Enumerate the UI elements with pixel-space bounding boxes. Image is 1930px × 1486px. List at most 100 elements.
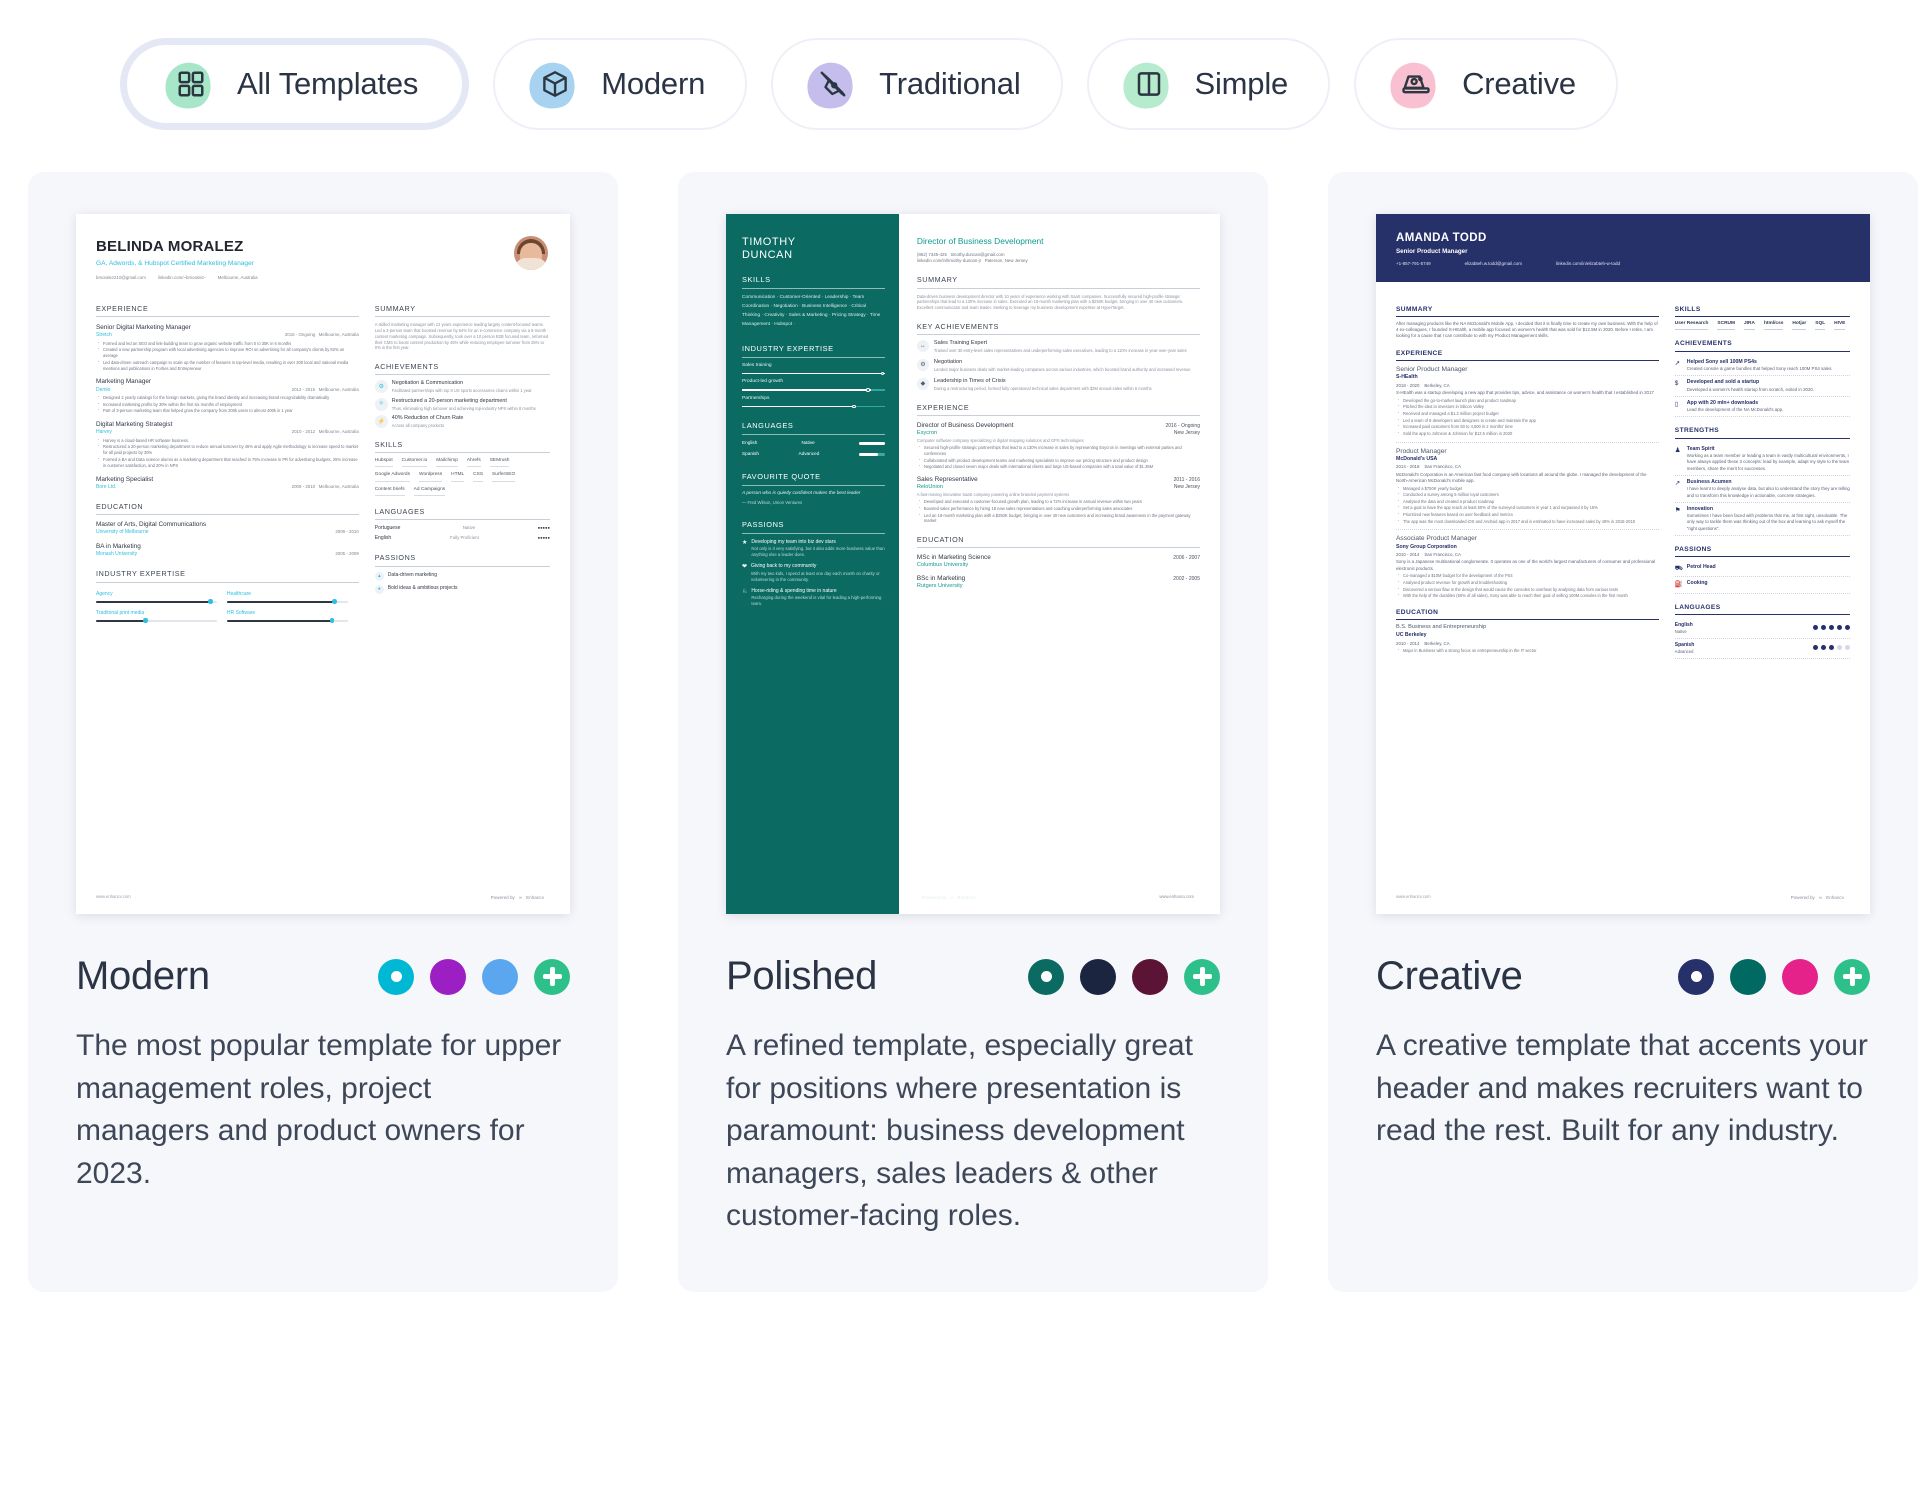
bolt-icon: ⚡ <box>374 415 388 429</box>
section-title-summary: SUMMARY <box>374 304 550 318</box>
job-company: Demio <box>96 386 111 393</box>
resume-name: AMANDA TODD <box>1396 232 1487 244</box>
achievement-desc: Landed major business deals with market-… <box>933 366 1191 372</box>
resume-preview-modern[interactable]: BELINDA MORALEZ GA, Adwords, & Hubspot C… <box>76 214 570 914</box>
strength-desc: I have learnt to deeply analyse data, bu… <box>1686 486 1850 498</box>
add-color-button[interactable] <box>1834 958 1870 995</box>
education-degree: Master of Arts, Digital Communications <box>96 520 207 528</box>
achievement-item: ⚡ 40% Reduction of Churn Rate Across all… <box>374 415 550 429</box>
job-dates: 2010 - 2014 <box>1396 552 1420 558</box>
skill-chip: SCRUM <box>1717 321 1735 331</box>
section-title-summary: SUMMARY <box>916 275 1200 289</box>
card-title: Polished <box>726 954 878 998</box>
contact-phone: +1-857-791-5749 <box>1396 261 1431 267</box>
job-bullet: Increased marketing profits by 30% withi… <box>98 401 359 408</box>
job-bullet: Formed a BA and Data science alumni as a… <box>98 456 359 469</box>
resume-role: Director of Business Development <box>916 236 1044 246</box>
job-location: Berkeley, CA <box>1424 382 1450 388</box>
language-level: Native <box>1674 629 1687 635</box>
education-item: Master of Arts, Digital Communications U… <box>96 520 359 536</box>
expertise-slider: Traditonal print media <box>96 610 217 624</box>
swatch[interactable] <box>1132 958 1168 995</box>
experience-item: Senior Digital Marketing Manager Stretch… <box>96 323 359 371</box>
education-school: University of Melbourne <box>96 529 149 536</box>
education-item: BA in Marketing Monash University 2005 -… <box>96 542 359 558</box>
language-bar <box>858 452 885 457</box>
passion-item: ★ Developing my team into biz dev stars … <box>742 539 885 558</box>
expertise-slider: Agency <box>96 591 217 604</box>
card-header-modern: Modern <box>76 954 570 999</box>
skill-chip: html/css <box>1763 321 1784 331</box>
powered-by: Powered by ∞ Enhancv <box>491 895 544 902</box>
job-intro: McDonald's Corporation is an American fa… <box>1396 471 1647 483</box>
heart-icon: ❤ <box>742 564 748 571</box>
expertise-slider: Product-led growth <box>742 379 885 392</box>
resume-contacts: +1-857-791-5749 elizabteh.w.todd@gmail.c… <box>1396 261 1850 267</box>
job-intro: A fast-moving innovative SaaS company po… <box>916 491 1070 497</box>
strength-item: ♟ Team Spirit Working as a team member o… <box>1674 443 1850 476</box>
contact-linkedin: linkedin.com/~bmoralez- <box>157 274 206 280</box>
experience-item: Marketing Specialist Bore Ltd. 2009 - 20… <box>96 475 359 491</box>
achievement-desc: Facilitated partnerships with top 8 US s… <box>391 388 532 394</box>
language-item: Spanish Advanced <box>742 451 885 458</box>
skill-chip: JIRA <box>1744 321 1755 331</box>
skill-chip: User Research <box>1674 321 1709 331</box>
section-title-languages: LANGUAGES <box>1674 603 1850 616</box>
tab-creative[interactable]: Creative <box>1354 38 1618 130</box>
arrows-icon: ↔ <box>916 340 929 353</box>
achievement-title: Negotiation <box>933 359 963 366</box>
swatch[interactable] <box>1080 958 1116 995</box>
swatch[interactable] <box>1730 958 1766 995</box>
team-icon: ♟ <box>1674 446 1681 454</box>
job-dates: 2010 - 2012 <box>291 429 316 435</box>
tab-traditional[interactable]: Traditional <box>771 38 1063 130</box>
add-color-button[interactable] <box>534 958 570 995</box>
achievement-desc: Lead the development of the NA McDonald'… <box>1686 407 1784 413</box>
section-title-languages: LANGUAGES <box>742 421 885 436</box>
tab-simple[interactable]: Simple <box>1086 38 1331 130</box>
contact-linkedin: linkedin.com/in/timothy-duncan-jr <box>916 258 982 264</box>
section-title-skills: SKILLS <box>742 275 885 290</box>
template-card-creative[interactable]: AMANDA TODD Senior Product Manager +1-85… <box>1328 172 1918 1292</box>
achievement-item: ▯ App with 20 mln+ downloads Lead the de… <box>1674 397 1850 418</box>
handshake-icon: ⚙ <box>374 380 388 394</box>
swatch-selected[interactable] <box>1028 958 1064 995</box>
template-card-polished[interactable]: TIMOTHY DUNCAN SKILLS Communication · Cus… <box>678 172 1268 1292</box>
swatch[interactable] <box>430 958 466 995</box>
language-item: Spanish Advanced <box>1674 639 1850 660</box>
tab-all-templates[interactable]: All Templates <box>120 38 470 130</box>
skills-text: Communication · Customer-Oriented · Lead… <box>742 295 881 327</box>
swatch-selected[interactable] <box>1678 958 1714 995</box>
resume-preview-polished[interactable]: TIMOTHY DUNCAN SKILLS Communication · Cus… <box>726 214 1220 914</box>
section-title-skills: SKILLS <box>374 440 550 454</box>
columns-icon <box>1116 57 1177 115</box>
job-intro: Sony is a Japanese multinational conglom… <box>1396 559 1656 571</box>
tab-modern[interactable]: Modern <box>493 38 748 130</box>
card-description: A creative template that accents your he… <box>1376 1029 1868 1148</box>
swatch[interactable] <box>1782 958 1818 995</box>
contact-location: Melbourne, Australia <box>217 274 258 280</box>
education-dates: 2005 - 2009 <box>335 551 359 557</box>
resume-preview-creative[interactable]: AMANDA TODD Senior Product Manager +1-85… <box>1376 214 1870 914</box>
language-item: English Native <box>1674 619 1850 640</box>
expertise-slider: Healthcare <box>226 591 348 604</box>
add-color-button[interactable] <box>1184 958 1220 995</box>
template-card-modern[interactable]: BELINDA MORALEZ GA, Adwords, & Hubspot C… <box>28 172 618 1292</box>
language-pips: ●●●●● <box>537 525 550 531</box>
swatch-selected[interactable] <box>378 958 414 995</box>
language-level: Fully Proficient <box>450 535 479 541</box>
language-name: English <box>1674 622 1693 629</box>
achievement-desc: Trained over 30 entry-level sales repres… <box>933 348 1187 354</box>
pen-nib-icon <box>801 57 861 115</box>
job-title: Sales Representative <box>916 475 978 483</box>
job-bullet: Discovered a serious flaw in the design … <box>1398 586 1659 593</box>
rocket-icon: ➚ <box>1674 359 1681 367</box>
skill-chip: CSS <box>473 472 484 482</box>
swatch[interactable] <box>482 958 518 995</box>
tab-label: Modern <box>601 66 706 101</box>
passion-item: ⛽ Cooking <box>1674 577 1850 594</box>
powered-by: Powered by ∞ Enhancv <box>922 895 975 902</box>
card-header-creative: Creative <box>1376 954 1870 999</box>
job-bullet: Sold the app to Johnson & Johnson for $1… <box>1398 430 1659 437</box>
contact-email: timothy.duncan@gmail.com <box>950 251 1005 257</box>
